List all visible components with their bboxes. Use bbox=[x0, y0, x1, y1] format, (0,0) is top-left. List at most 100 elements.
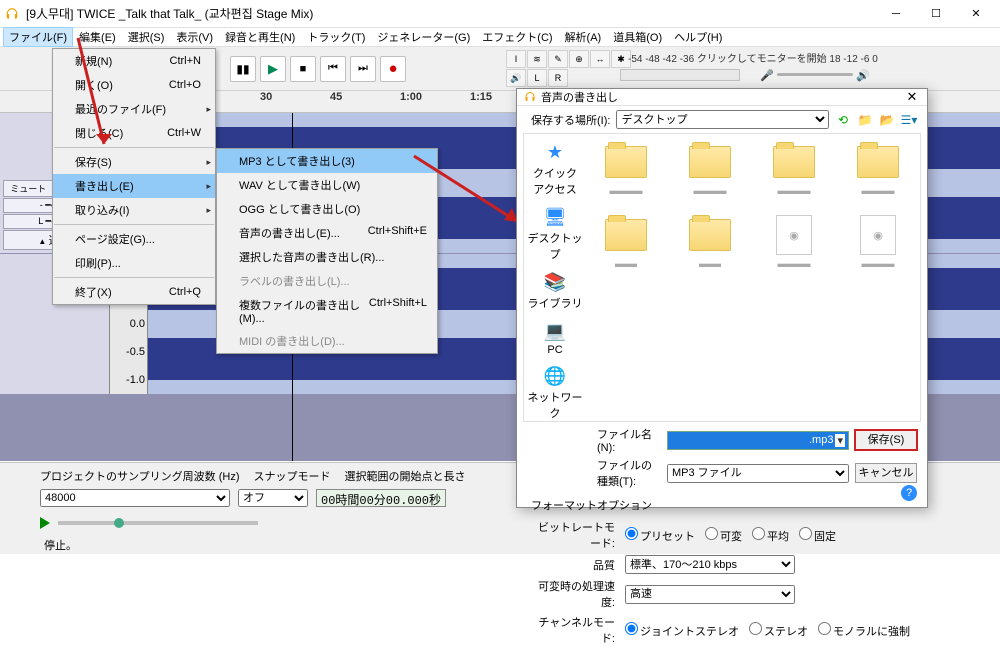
menu-transport[interactable]: 録音と再生(N) bbox=[219, 27, 301, 47]
export-ogg[interactable]: OGG として書き出し(O) bbox=[217, 197, 437, 221]
filename-input[interactable]: .mp3▾ bbox=[667, 431, 849, 450]
file-item[interactable]: ◉▬▬▬ bbox=[842, 215, 914, 270]
dialog-close-button[interactable]: ✕ bbox=[903, 89, 921, 105]
skip-end-button[interactable]: ⏭ bbox=[350, 56, 376, 82]
export-multiple[interactable]: 複数ファイルの書き出し(M)...Ctrl+Shift+L bbox=[217, 293, 437, 329]
menu-select[interactable]: 選択(S) bbox=[122, 27, 171, 47]
record-button[interactable]: ● bbox=[380, 56, 406, 82]
folder-item[interactable]: ▬▬ bbox=[674, 215, 746, 270]
filetype-select[interactable]: MP3 ファイル bbox=[667, 464, 849, 483]
menu-recent[interactable]: 最近のファイル(F) bbox=[53, 97, 215, 121]
folder-item[interactable]: ▬▬▬ bbox=[674, 142, 746, 197]
menu-save[interactable]: 保存(S) bbox=[53, 150, 215, 174]
playback-meter[interactable] bbox=[620, 69, 740, 81]
export-audio[interactable]: 音声の書き出し(E)...Ctrl+Shift+E bbox=[217, 221, 437, 245]
pause-button[interactable]: ▮▮ bbox=[230, 56, 256, 82]
mute-button[interactable]: ミュート bbox=[3, 180, 54, 197]
tool-zoom[interactable]: ⊕ bbox=[569, 50, 589, 68]
radio-variable[interactable]: 可変 bbox=[705, 527, 742, 544]
save-button[interactable]: 保存(S) bbox=[855, 430, 917, 450]
export-wav[interactable]: WAV として書き出し(W) bbox=[217, 173, 437, 197]
sidebar-network[interactable]: 🌐ネットワーク bbox=[526, 364, 584, 421]
playback-speed-slider[interactable] bbox=[58, 521, 258, 525]
maximize-button[interactable]: ☐ bbox=[916, 0, 956, 28]
tool-draw[interactable]: ✎ bbox=[548, 50, 568, 68]
sidebar-desktop[interactable]: 🖥デスクトップ bbox=[526, 205, 584, 262]
menubar: ファイル(F) 編集(E) 選択(S) 表示(V) 録音と再生(N) トラック(… bbox=[0, 28, 1000, 47]
recording-slider[interactable]: 🎤🔊 bbox=[760, 69, 870, 81]
menu-view[interactable]: 表示(V) bbox=[170, 27, 219, 47]
quality-select[interactable]: 標準、170～210 kbps bbox=[625, 555, 795, 574]
help-button[interactable]: ? bbox=[901, 485, 917, 501]
export-labels[interactable]: ラベルの書き出し(L)... bbox=[217, 269, 437, 293]
up-icon[interactable]: 📁 bbox=[857, 112, 873, 128]
menu-generate[interactable]: ジェネレーター(G) bbox=[371, 27, 476, 47]
radio-preset[interactable]: プリセット bbox=[625, 527, 695, 544]
export-selected[interactable]: 選択した音声の書き出し(R)... bbox=[217, 245, 437, 269]
view-menu-icon[interactable]: ☰▾ bbox=[901, 112, 917, 128]
menu-import[interactable]: 取り込み(I) bbox=[53, 198, 215, 222]
radio-joint-stereo[interactable]: ジョイントステレオ bbox=[625, 622, 739, 639]
menu-effect[interactable]: エフェクト(C) bbox=[476, 27, 558, 47]
tool-timeshift[interactable]: ↔ bbox=[590, 50, 610, 68]
menu-edit[interactable]: 編集(E) bbox=[73, 27, 122, 47]
sidebar-pc[interactable]: 💻PC bbox=[526, 319, 584, 356]
play-button[interactable]: ▶ bbox=[260, 56, 286, 82]
selection-label: 選択範囲の開始点と長さ bbox=[345, 468, 466, 484]
menu-page-setup[interactable]: ページ設定(G)... bbox=[53, 227, 215, 251]
new-folder-icon[interactable]: 📂 bbox=[879, 112, 895, 128]
folder-item[interactable]: ▬▬▬ bbox=[758, 142, 830, 197]
menu-analyze[interactable]: 解析(A) bbox=[559, 27, 608, 47]
mic-icon: 🎤 bbox=[760, 69, 774, 82]
menu-file[interactable]: ファイル(F) bbox=[3, 27, 73, 47]
dialog-icon bbox=[523, 90, 537, 104]
minimize-button[interactable]: ─ bbox=[876, 0, 916, 28]
tick: 30 bbox=[260, 91, 330, 112]
file-browser[interactable]: ▬▬▬ ▬▬▬ ▬▬▬ ▬▬▬ ▬▬ ▬▬ ◉▬▬▬ ◉▬▬▬ bbox=[586, 134, 920, 421]
tick: 45 bbox=[330, 91, 400, 112]
file-item[interactable]: ◉▬▬▬ bbox=[758, 215, 830, 270]
folder-item[interactable]: ▬▬ bbox=[590, 215, 662, 270]
tool-select[interactable]: I bbox=[506, 50, 526, 68]
back-icon[interactable]: ⟲ bbox=[835, 112, 851, 128]
snap-label: スナップモード bbox=[254, 468, 331, 484]
tool-speaker[interactable]: 🔊 bbox=[506, 69, 526, 87]
transport-controls: ▮▮ ▶ ■ ⏮ ⏭ ● bbox=[230, 56, 406, 82]
vbr-speed-label: 可変時の処理速度: bbox=[531, 578, 615, 610]
folder-item[interactable]: ▬▬▬ bbox=[590, 142, 662, 197]
sample-rate-select[interactable]: 48000 bbox=[40, 489, 230, 507]
time-display[interactable]: 00時間00分00.000秒 bbox=[316, 489, 446, 507]
menu-print[interactable]: 印刷(P)... bbox=[53, 251, 215, 275]
radio-mono[interactable]: モノラルに強制 bbox=[818, 622, 910, 639]
export-midi[interactable]: MIDI の書き出し(D)... bbox=[217, 329, 437, 353]
snap-select[interactable]: オフ bbox=[238, 489, 308, 507]
sidebar-quick-access[interactable]: ★クイック アクセス bbox=[526, 140, 584, 197]
tool-r[interactable]: R bbox=[548, 69, 568, 87]
menu-export[interactable]: 書き出し(E) bbox=[53, 174, 215, 198]
location-select[interactable]: デスクトップ bbox=[616, 110, 829, 129]
tool-envelope[interactable]: ≋ bbox=[527, 50, 547, 68]
format-options: フォーマットオプション ビットレートモード: プリセット 可変 平均 固定 品質… bbox=[517, 491, 927, 656]
menu-open[interactable]: 開く(O)Ctrl+O bbox=[53, 73, 215, 97]
play-at-speed-button[interactable] bbox=[40, 517, 50, 529]
dialog-title: 音声の書き出し bbox=[541, 89, 903, 105]
vbr-speed-select[interactable]: 高速 bbox=[625, 585, 795, 604]
tool-l[interactable]: L bbox=[527, 69, 547, 87]
format-options-label: フォーマットオプション bbox=[531, 497, 917, 513]
folder-item[interactable]: ▬▬▬ bbox=[842, 142, 914, 197]
menu-close[interactable]: 閉じる(C)Ctrl+W bbox=[53, 121, 215, 145]
menu-tools[interactable]: 道具箱(O) bbox=[607, 27, 668, 47]
radio-average[interactable]: 平均 bbox=[752, 527, 789, 544]
menu-exit[interactable]: 終了(X)Ctrl+Q bbox=[53, 280, 215, 304]
menu-help[interactable]: ヘルプ(H) bbox=[668, 27, 728, 47]
skip-start-button[interactable]: ⏮ bbox=[320, 56, 346, 82]
stop-button[interactable]: ■ bbox=[290, 56, 316, 82]
sidebar-library[interactable]: 📚ライブラリ bbox=[526, 270, 584, 311]
export-mp3[interactable]: MP3 として書き出し(3) bbox=[217, 149, 437, 173]
close-button[interactable]: ✕ bbox=[956, 0, 996, 28]
menu-new[interactable]: 新規(N)Ctrl+N bbox=[53, 49, 215, 73]
menu-tracks[interactable]: トラック(T) bbox=[301, 27, 371, 47]
cancel-button[interactable]: キャンセル bbox=[855, 463, 917, 483]
radio-constant[interactable]: 固定 bbox=[799, 527, 836, 544]
radio-stereo[interactable]: ステレオ bbox=[749, 622, 808, 639]
